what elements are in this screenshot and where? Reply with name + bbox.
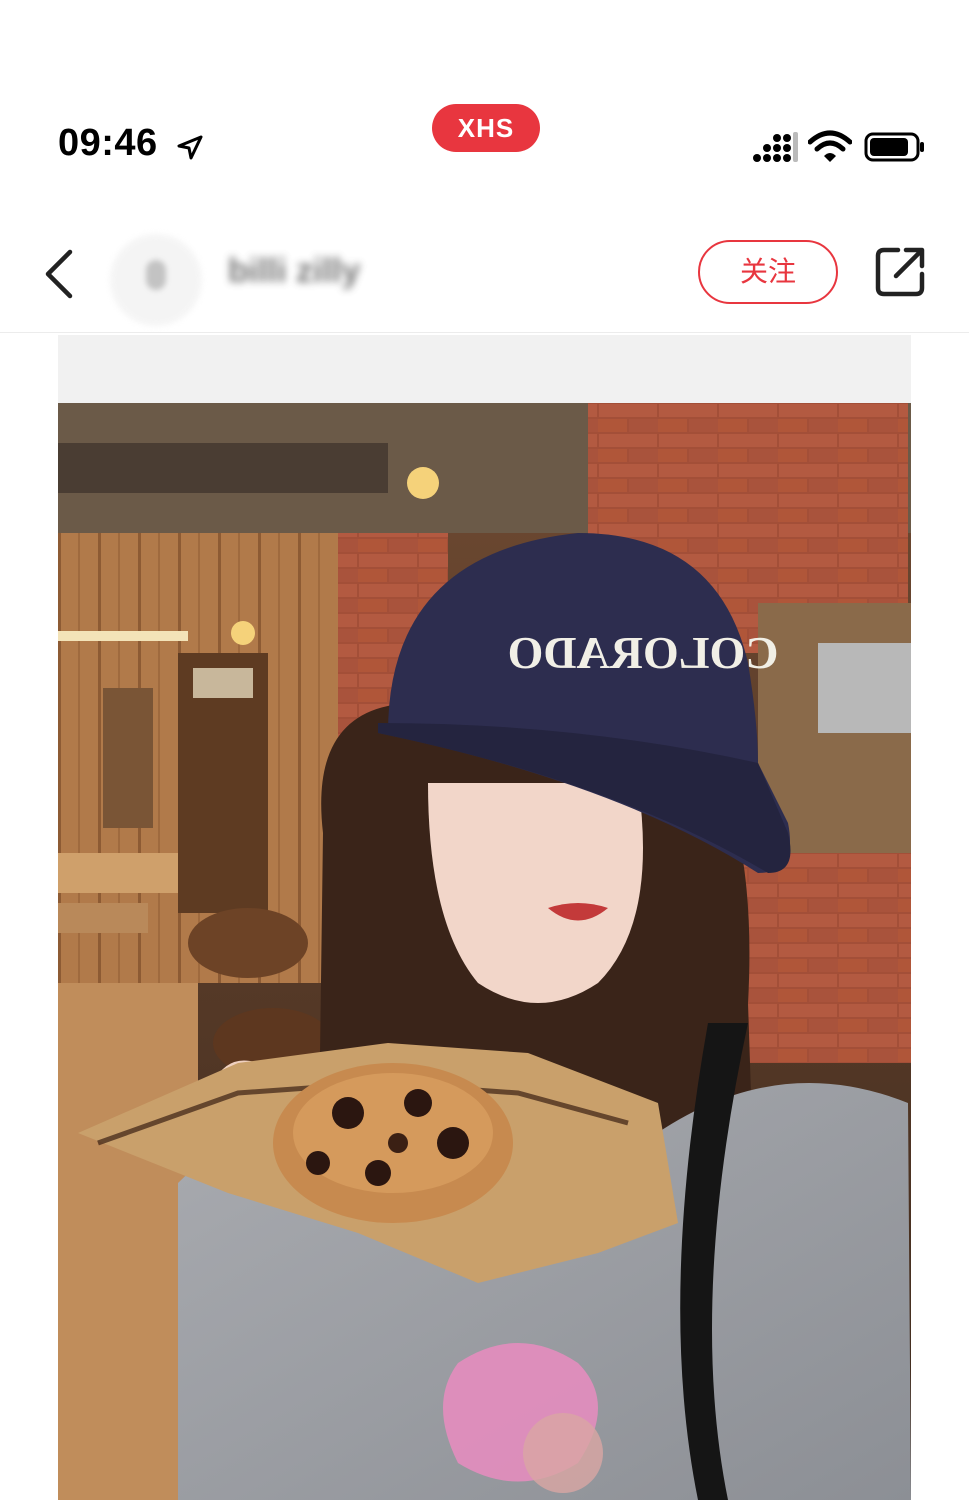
status-bar: 09:46 XHS [0, 0, 969, 200]
avatar[interactable] [110, 234, 202, 326]
battery-icon [864, 132, 924, 162]
chevron-left-icon[interactable] [40, 246, 80, 302]
wifi-icon [808, 130, 852, 162]
post-header: billi zilly 关注 [0, 220, 969, 333]
post-photo[interactable]: COLORADO [58, 403, 911, 1500]
image-top-padding [58, 335, 911, 403]
cap-text: COLORADO [508, 627, 779, 678]
share-external-icon[interactable] [872, 244, 928, 300]
photo-illustration: COLORADO [58, 403, 911, 1500]
follow-button[interactable]: 关注 [698, 240, 838, 304]
cellular-signal-icon [753, 132, 798, 162]
app-badge: XHS [432, 104, 540, 152]
location-arrow-icon [177, 135, 203, 160]
status-time: 09:46 [58, 122, 158, 164]
author-name[interactable]: billi zilly [228, 252, 360, 291]
